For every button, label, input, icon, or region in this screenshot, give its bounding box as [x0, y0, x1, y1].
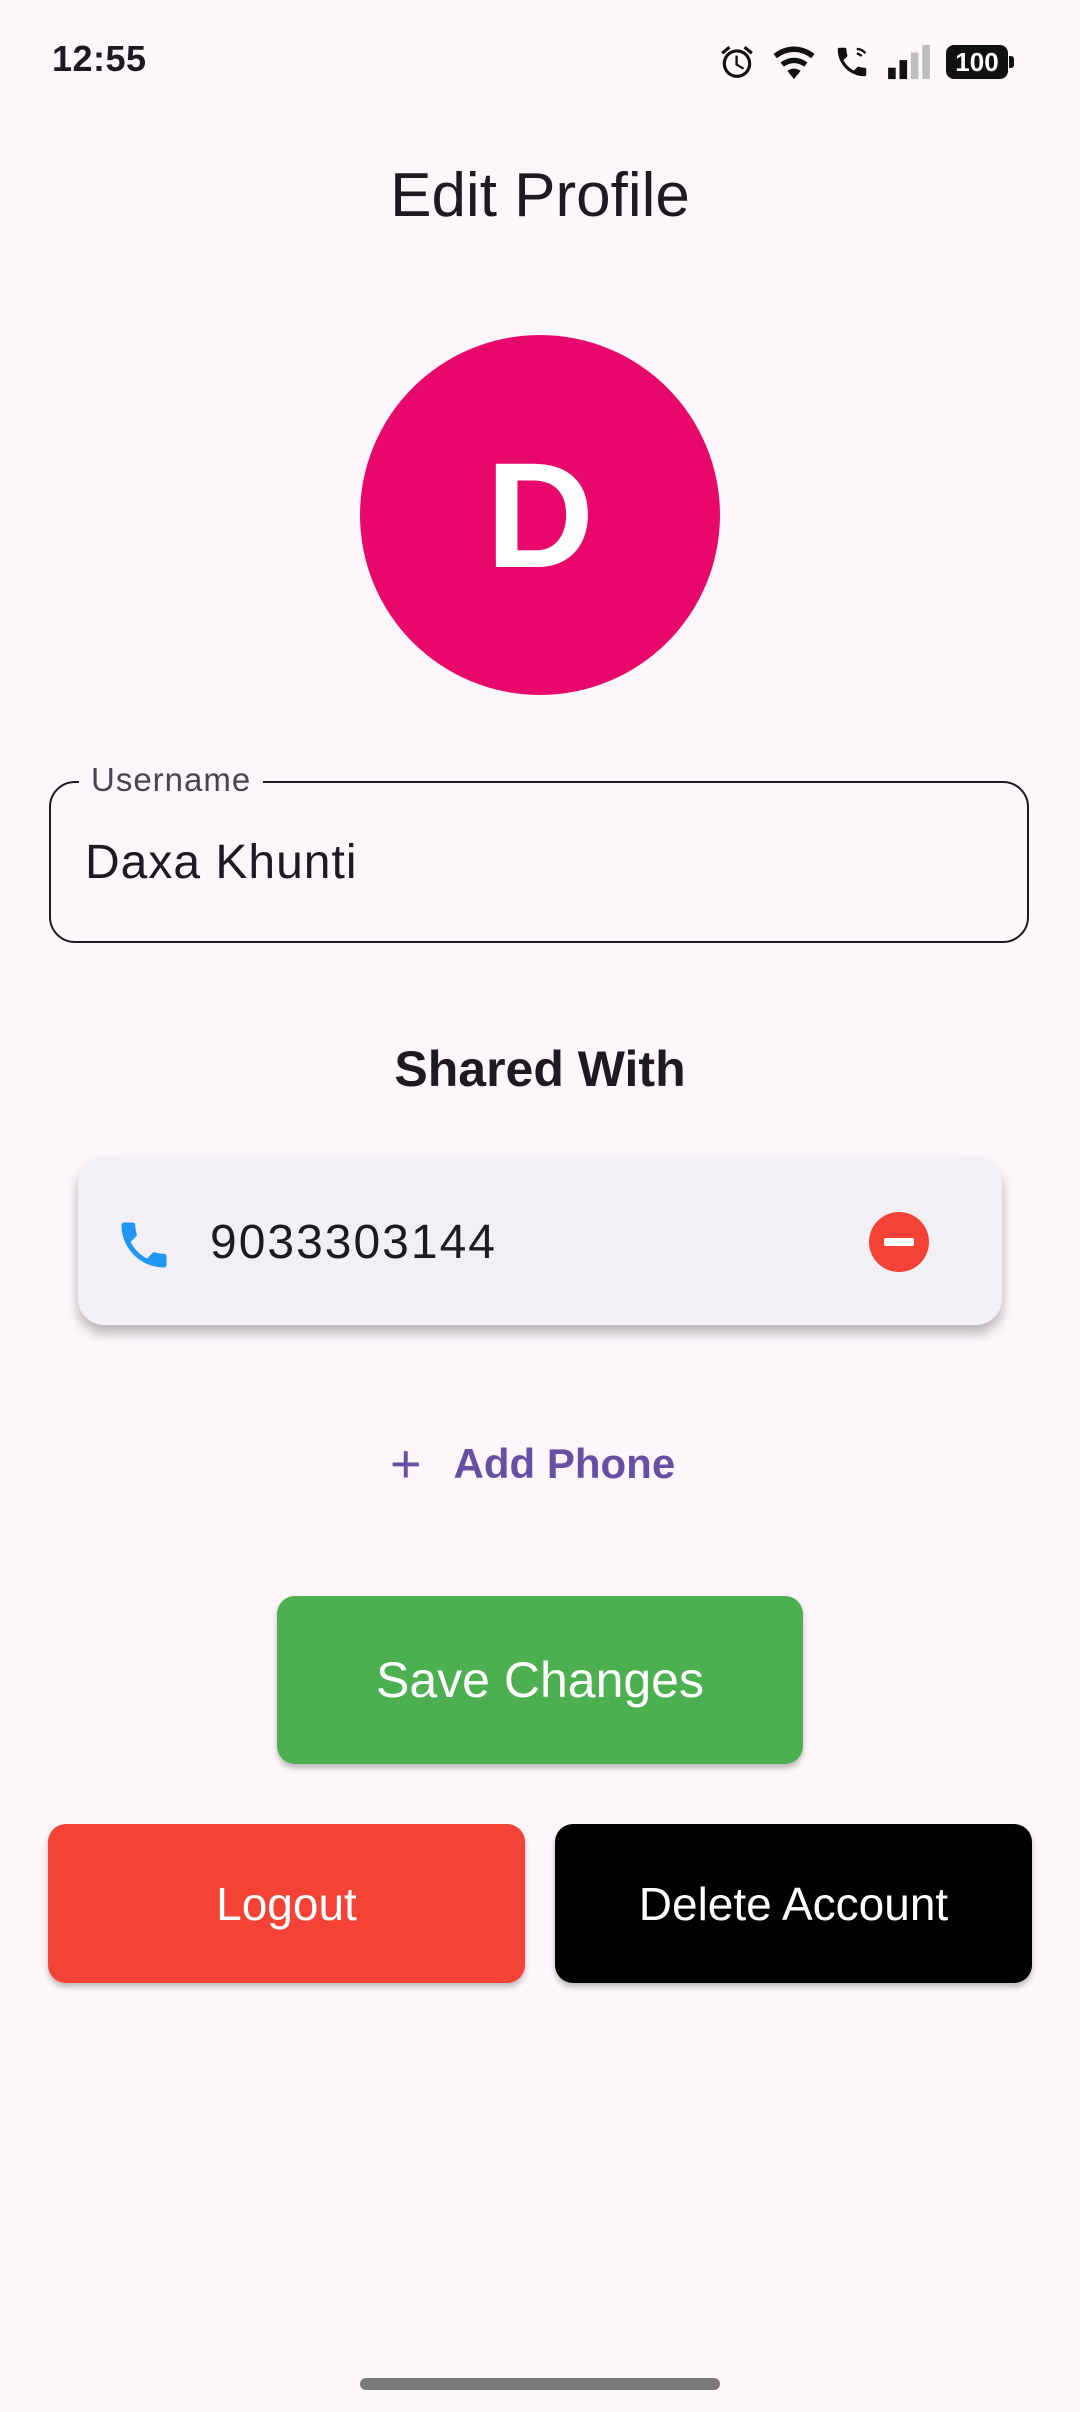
save-changes-button[interactable]: Save Changes [277, 1596, 803, 1764]
add-phone-button[interactable]: + Add Phone [390, 1432, 675, 1496]
plus-icon: + [390, 1434, 422, 1494]
avatar-initial: D [485, 430, 595, 599]
status-icons: 100 [718, 38, 1014, 86]
alarm-icon [718, 43, 756, 81]
phone-list-item: 9033303144 [78, 1157, 1002, 1325]
wifi-calling-icon [832, 43, 872, 81]
remove-phone-button[interactable] [869, 1212, 929, 1272]
signal-icon [886, 43, 932, 81]
logout-button[interactable]: Logout [48, 1824, 525, 1983]
phone-icon [114, 1215, 174, 1275]
status-time: 12:55 [52, 38, 147, 79]
phone-number: 9033303144 [210, 1216, 497, 1269]
add-phone-label: Add Phone [453, 1440, 676, 1487]
minus-icon [884, 1238, 914, 1246]
username-label: Username [79, 761, 264, 799]
shared-with-heading: Shared With [394, 1041, 686, 1097]
status-bar: 12:55 100 [0, 0, 1080, 120]
page-title: Edit Profile [390, 161, 690, 230]
username-field[interactable]: Username Daxa Khunti [49, 761, 1029, 943]
username-value[interactable]: Daxa Khunti [85, 835, 358, 890]
delete-account-button[interactable]: Delete Account [555, 1824, 1032, 1983]
avatar[interactable]: D [360, 335, 720, 695]
battery-icon: 100 [946, 45, 1014, 79]
wifi-icon [770, 43, 818, 81]
home-indicator[interactable] [360, 2378, 720, 2390]
